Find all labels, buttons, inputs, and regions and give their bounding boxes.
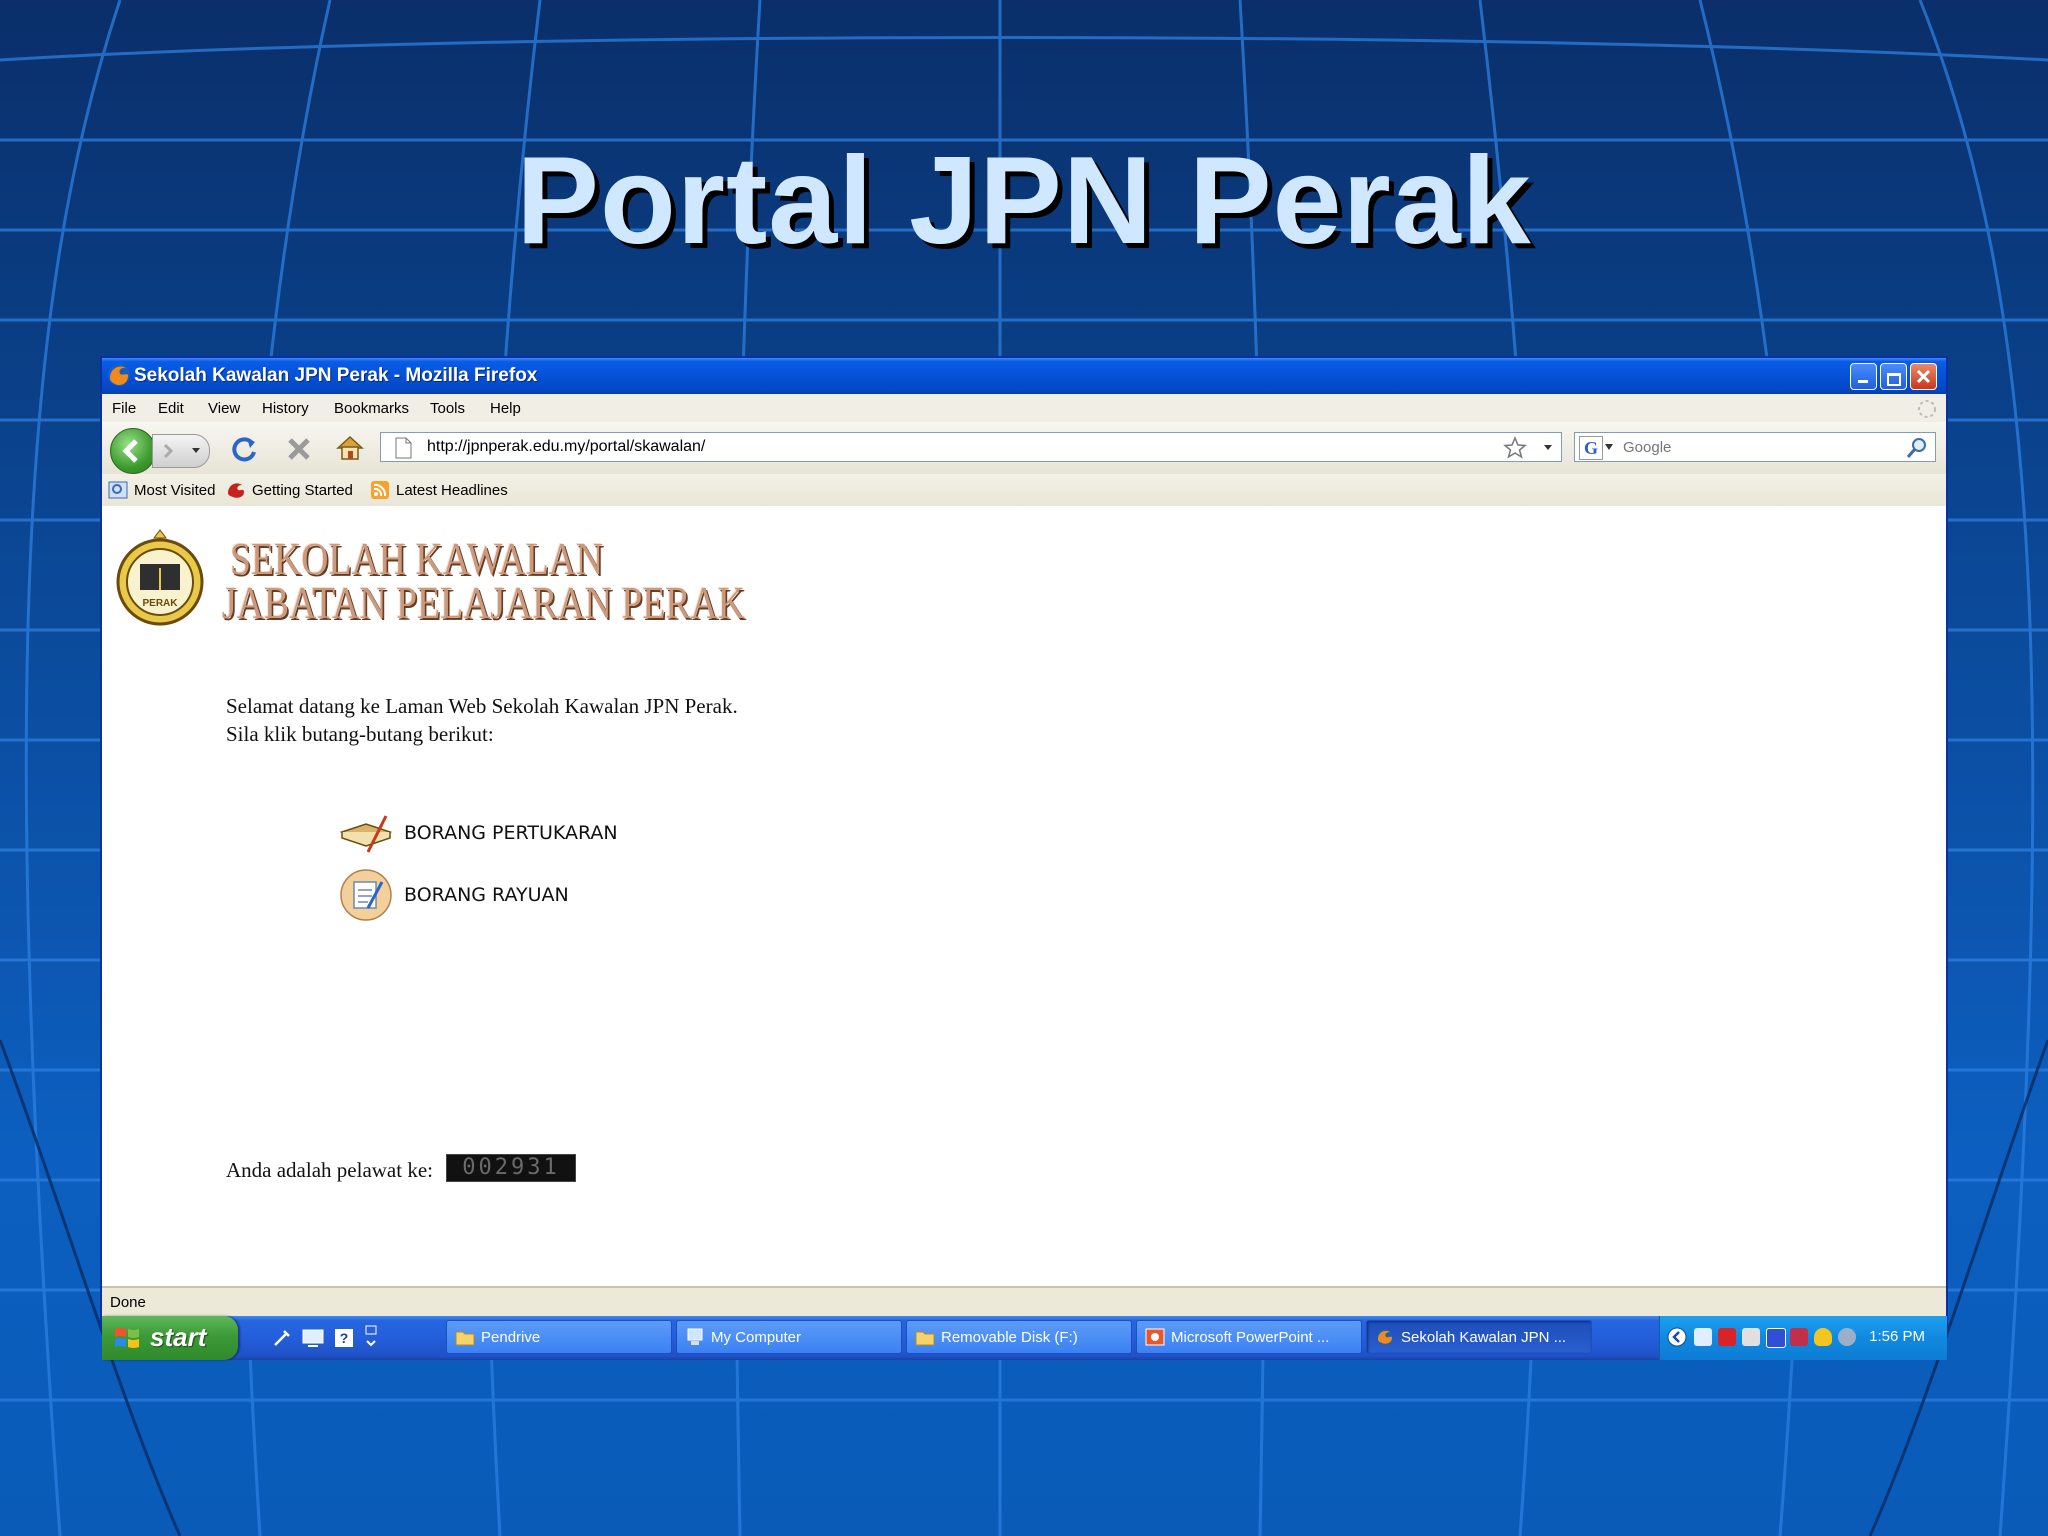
task-label: Microsoft PowerPoint ... (1171, 1329, 1330, 1346)
borang-pertukaran-link[interactable]: BORANG PERTUKARAN (338, 808, 618, 858)
page-content: PERAK SEKOLAH KAWALAN JABATAN PELAJARAN … (102, 506, 1946, 1286)
rss-icon (371, 481, 389, 499)
task-powerpoint[interactable]: Microsoft PowerPoint ... (1136, 1320, 1362, 1354)
bookmark-label: Latest Headlines (396, 481, 508, 499)
search-input[interactable] (1623, 439, 1893, 456)
menu-bar: File Edit View History Bookmarks Tools H… (102, 394, 1946, 423)
visitor-counter: 002931 (446, 1154, 576, 1182)
throbber-icon (1918, 400, 1936, 418)
url-text: http://jpnperak.edu.my/portal/skawalan/ (427, 438, 706, 455)
close-icon (1916, 369, 1931, 384)
powerpoint-icon (1145, 1328, 1165, 1346)
menu-view[interactable]: View (208, 400, 240, 417)
bookmark-label: Getting Started (252, 481, 353, 499)
clock: 1:56 PM (1869, 1328, 1925, 1345)
security-shield-icon[interactable] (1814, 1328, 1832, 1346)
navigation-toolbar: http://jpnperak.edu.my/portal/skawalan/ … (102, 422, 1946, 474)
back-button[interactable] (110, 428, 156, 474)
task-label: Removable Disk (F:) (941, 1329, 1078, 1346)
bookmark-getting-started[interactable]: Getting Started (226, 481, 353, 499)
address-bar[interactable]: http://jpnperak.edu.my/portal/skawalan/ (380, 432, 1562, 462)
task-my-computer[interactable]: My Computer (676, 1320, 902, 1354)
firefox-icon (1377, 1329, 1393, 1345)
forward-arrow-icon (163, 443, 174, 459)
search-bar[interactable]: G (1574, 432, 1936, 462)
quick-launch-more-icon[interactable] (364, 1324, 378, 1350)
most-visited-icon (108, 481, 128, 499)
task-firefox[interactable]: Sekolah Kawalan JPN ... (1366, 1320, 1592, 1354)
menu-tools[interactable]: Tools (430, 400, 465, 417)
restore-icon (1887, 373, 1901, 386)
reload-icon[interactable] (230, 434, 260, 464)
minimize-icon (1858, 380, 1868, 383)
instruction-text: Sila klik butang-butang berikut: (226, 722, 494, 746)
back-arrow-icon (122, 439, 138, 463)
link-label: BORANG PERTUKARAN (404, 822, 618, 844)
network-icon[interactable] (1694, 1328, 1712, 1346)
bookmarks-toolbar: Most Visited Getting Started Latest Head… (102, 474, 1946, 507)
url-dropdown-icon[interactable] (1543, 444, 1553, 452)
task-pendrive[interactable]: Pendrive (446, 1320, 672, 1354)
home-icon[interactable] (334, 432, 366, 464)
search-engine-dropdown-icon[interactable] (1605, 444, 1613, 451)
menu-bookmarks[interactable]: Bookmarks (334, 400, 409, 417)
close-button[interactable] (1910, 363, 1937, 390)
visitor-label: Anda adalah pelawat ke: (226, 1158, 433, 1182)
bookmark-latest-headlines[interactable]: Latest Headlines (370, 481, 508, 499)
usb-device-icon[interactable] (1742, 1328, 1760, 1346)
taskbar: start ? Pendrive My Computer Removable D… (102, 1316, 1947, 1360)
firefox-icon (108, 364, 130, 386)
monitor-icon[interactable] (1766, 1328, 1786, 1348)
windows-logo-icon (115, 1328, 139, 1348)
menu-help[interactable]: Help (490, 400, 521, 417)
antivirus-icon[interactable] (1718, 1328, 1736, 1346)
bookmark-label: Most Visited (134, 481, 216, 499)
book-pen-icon (339, 815, 393, 853)
form-edit-icon (340, 869, 392, 921)
page-icon (395, 437, 412, 459)
menu-history[interactable]: History (262, 400, 309, 417)
task-removable-disk[interactable]: Removable Disk (F:) (906, 1320, 1132, 1354)
borang-rayuan-link[interactable]: BORANG RAYUAN (338, 868, 569, 922)
restore-button[interactable] (1880, 363, 1907, 390)
start-label: start (150, 1322, 207, 1352)
quick-launch-help-icon[interactable]: ? (334, 1328, 354, 1348)
folder-icon (455, 1331, 475, 1346)
quick-launch-desktop-icon[interactable] (302, 1328, 324, 1348)
tray-expand-icon[interactable] (1666, 1326, 1688, 1348)
welcome-text: Selamat datang ke Laman Web Sekolah Kawa… (226, 694, 738, 718)
forward-button[interactable] (152, 434, 210, 468)
task-label: My Computer (711, 1329, 802, 1346)
media-icon[interactable] (1790, 1328, 1808, 1346)
browser-window: Sekolah Kawalan JPN Perak - Mozilla Fire… (102, 358, 1947, 1360)
slide-title: Portal JPN Perak (516, 132, 1532, 270)
task-label: Pendrive (481, 1329, 541, 1346)
search-engine-icon[interactable]: G (1579, 436, 1603, 460)
emblem-label: PERAK (142, 598, 178, 609)
bookmark-star-icon[interactable] (1503, 436, 1527, 460)
status-text: Done (110, 1294, 146, 1311)
jpn-perak-emblem: PERAK (116, 529, 204, 626)
bookmark-most-visited[interactable]: Most Visited (108, 481, 215, 499)
system-tray: 1:56 PM (1659, 1316, 1947, 1360)
menu-file[interactable]: File (112, 400, 136, 417)
firefox-icon (228, 483, 244, 498)
status-bar: Done (102, 1286, 1946, 1318)
link-label: BORANG RAYUAN (404, 884, 569, 906)
task-label: Sekolah Kawalan JPN ... (1401, 1329, 1567, 1346)
logo-line-2: JABATAN PELAJARAN PERAK (222, 577, 746, 628)
computer-icon (687, 1328, 703, 1345)
start-button[interactable]: start (102, 1316, 238, 1360)
quick-launch-tool-icon[interactable] (272, 1328, 292, 1348)
volume-icon[interactable] (1838, 1328, 1856, 1346)
window-title: Sekolah Kawalan JPN Perak - Mozilla Fire… (134, 365, 538, 386)
stop-icon[interactable] (284, 434, 314, 464)
search-icon[interactable] (1905, 436, 1929, 460)
menu-edit[interactable]: Edit (158, 400, 184, 417)
folder-icon (915, 1331, 935, 1346)
minimize-button[interactable] (1850, 363, 1877, 390)
window-titlebar[interactable]: Sekolah Kawalan JPN Perak - Mozilla Fire… (102, 358, 1946, 394)
history-dropdown-icon[interactable] (191, 447, 201, 455)
svg-text:?: ? (340, 1330, 349, 1346)
